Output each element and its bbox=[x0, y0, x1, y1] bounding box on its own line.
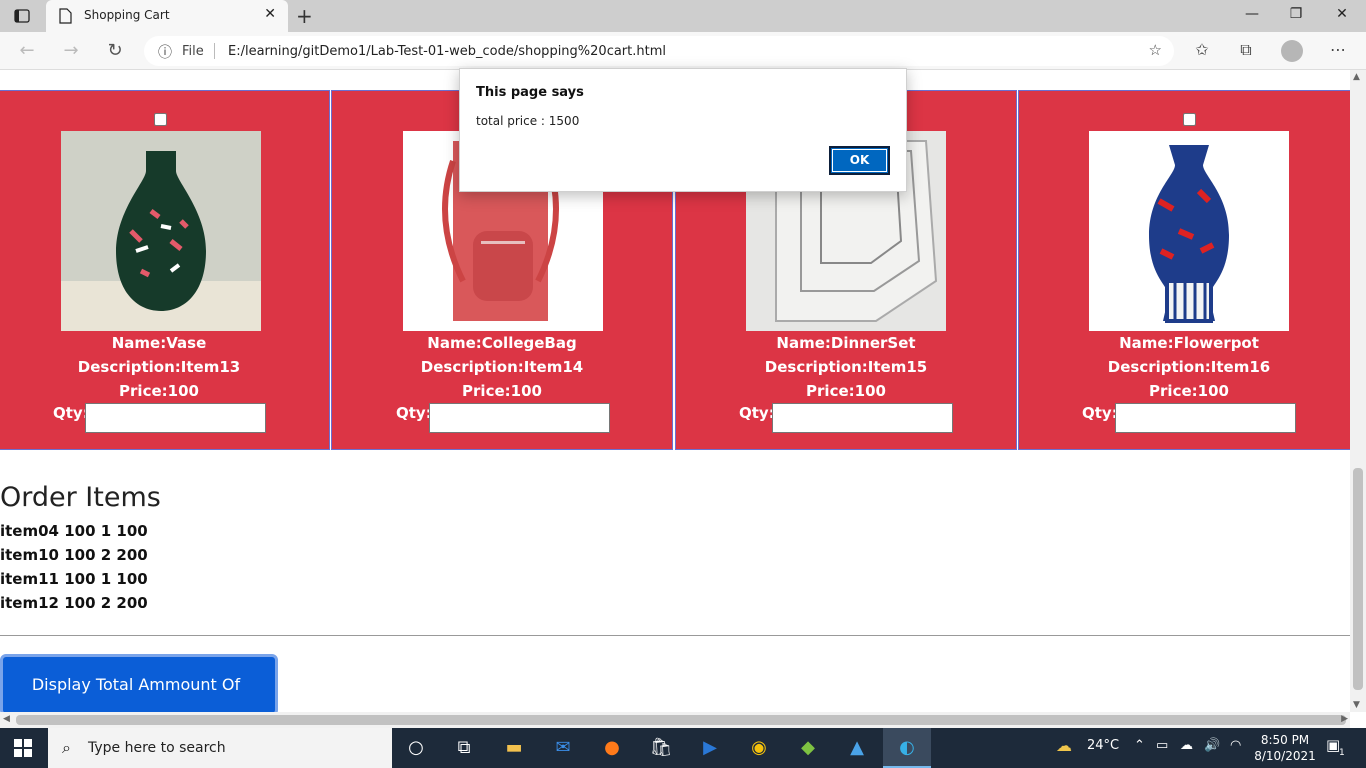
product-name: Name:DinnerSet bbox=[776, 334, 916, 352]
qty-input[interactable] bbox=[1115, 403, 1296, 433]
browser-tab-bar: Shopping Cart ✕ + — ❐ ✕ bbox=[0, 0, 1366, 32]
product-description: Description:Item15 bbox=[764, 358, 928, 376]
wifi-icon[interactable]: ◠ bbox=[1230, 738, 1241, 753]
mail-icon[interactable]: ✉ bbox=[551, 736, 575, 760]
product-price: Price:100 bbox=[806, 382, 886, 400]
order-item: item12 100 2 200 bbox=[0, 594, 148, 612]
order-section: Order Items item04 100 1 100 item10 100 … bbox=[0, 482, 161, 615]
media-player-icon[interactable]: ▶ bbox=[698, 736, 722, 760]
qty-label: Qty: bbox=[739, 404, 775, 422]
dialog-ok-button[interactable]: OK bbox=[829, 146, 890, 175]
tab-title: Shopping Cart bbox=[84, 8, 170, 22]
horizontal-scroll-thumb[interactable] bbox=[16, 715, 1346, 725]
add-favorite-icon[interactable]: ☆ bbox=[1149, 41, 1162, 59]
order-item: item04 100 1 100 bbox=[0, 522, 148, 540]
qty-label: Qty: bbox=[53, 404, 89, 422]
new-tab-icon[interactable]: + bbox=[296, 4, 313, 28]
product-card-vase: Name:Vase Description:Item13 Price:100 Q… bbox=[0, 90, 330, 450]
refresh-icon[interactable]: ↻ bbox=[104, 40, 126, 61]
product-description: Description:Item13 bbox=[77, 358, 241, 376]
product-card-flowerpot: Name:Flowerpot Description:Item16 Price:… bbox=[1018, 90, 1350, 450]
search-placeholder: Type here to search bbox=[88, 740, 226, 756]
address-separator bbox=[214, 43, 215, 59]
back-icon[interactable]: ← bbox=[16, 40, 38, 61]
display-total-button[interactable]: Display Total Ammount Of Shopping bbox=[0, 654, 278, 712]
minimize-icon[interactable]: — bbox=[1240, 6, 1264, 22]
product-description: Description:Item16 bbox=[1107, 358, 1271, 376]
scroll-down-icon[interactable]: ▼ bbox=[1353, 700, 1360, 710]
product-name: Name:Vase bbox=[111, 334, 207, 352]
weather-icon[interactable]: ☁ bbox=[1056, 736, 1072, 755]
address-prefix: File bbox=[182, 44, 204, 59]
battery-icon[interactable]: ▭ bbox=[1156, 738, 1168, 753]
restore-icon[interactable]: ❐ bbox=[1284, 6, 1308, 22]
taskbar-search-box[interactable]: ⌕ Type here to search bbox=[48, 728, 392, 768]
store-icon[interactable]: 🛍 bbox=[649, 736, 673, 760]
alert-dialog: This page says total price : 1500 OK bbox=[459, 68, 907, 192]
tab-close-icon[interactable]: ✕ bbox=[264, 6, 276, 22]
file-explorer-icon[interactable]: ▬ bbox=[502, 736, 526, 760]
show-hidden-icons-icon[interactable]: ⌃ bbox=[1134, 738, 1145, 753]
temperature[interactable]: 24°C bbox=[1087, 738, 1119, 753]
product-price: Price:100 bbox=[1149, 382, 1229, 400]
firefox-icon[interactable]: ● bbox=[600, 736, 624, 760]
horizontal-scrollbar[interactable]: ◀ ▶ bbox=[0, 712, 1350, 728]
qty-input[interactable] bbox=[85, 403, 266, 433]
product-description: Description:Item14 bbox=[420, 358, 584, 376]
chrome-icon[interactable]: ◉ bbox=[747, 736, 771, 760]
edge-icon: ◐ bbox=[899, 737, 915, 758]
page-icon bbox=[59, 8, 72, 24]
profile-avatar[interactable] bbox=[1281, 40, 1303, 62]
windows-taskbar: ⌕ Type here to search ○ ⧉ ▬ ✉ ● 🛍 ▶ ◉ ◆ … bbox=[0, 728, 1366, 768]
product-name: Name:CollegeBag bbox=[427, 334, 577, 352]
collections-icon[interactable]: ⧉ bbox=[1234, 40, 1258, 60]
qty-label: Qty: bbox=[1082, 404, 1118, 422]
more-menu-icon[interactable]: ⋯ bbox=[1326, 40, 1350, 59]
scroll-left-icon[interactable]: ◀ bbox=[3, 714, 10, 724]
qty-input[interactable] bbox=[772, 403, 953, 433]
flowerpot-image bbox=[1089, 131, 1289, 331]
forward-icon[interactable]: → bbox=[60, 40, 82, 61]
search-icon: ⌕ bbox=[62, 738, 71, 757]
favorites-icon[interactable]: ✩ bbox=[1190, 40, 1214, 59]
qty-label: Qty: bbox=[396, 404, 432, 422]
browser-toolbar: ← → ↻ ⓘ File E:/learning/gitDemo1/Lab-Te… bbox=[0, 32, 1366, 70]
order-item: item10 100 2 200 bbox=[0, 546, 148, 564]
cortana-icon[interactable]: ○ bbox=[404, 736, 428, 760]
windows-start-icon[interactable] bbox=[14, 739, 32, 757]
site-info-icon[interactable]: ⓘ bbox=[158, 42, 172, 62]
dialog-message: total price : 1500 bbox=[476, 114, 580, 128]
address-bar[interactable]: ⓘ File E:/learning/gitDemo1/Lab-Test-01-… bbox=[144, 36, 1174, 66]
photos-icon[interactable]: ▲ bbox=[845, 736, 869, 760]
divider bbox=[0, 635, 1350, 636]
taskbar-clock[interactable]: 8:50 PM 8/10/2021 bbox=[1252, 732, 1318, 764]
sourcetree-icon[interactable]: ◆ bbox=[796, 736, 820, 760]
tab-actions-icon[interactable] bbox=[14, 8, 30, 24]
product-checkbox[interactable] bbox=[154, 113, 167, 126]
task-view-icon[interactable]: ⧉ bbox=[452, 736, 476, 760]
edge-taskbar-button[interactable]: ◐ bbox=[883, 728, 931, 768]
scroll-up-icon[interactable]: ▲ bbox=[1353, 72, 1360, 82]
product-name: Name:Flowerpot bbox=[1119, 334, 1259, 352]
order-item: item11 100 1 100 bbox=[0, 570, 148, 588]
window-close-icon[interactable]: ✕ bbox=[1330, 6, 1354, 22]
clock-time: 8:50 PM bbox=[1260, 733, 1310, 747]
product-price: Price:100 bbox=[462, 382, 542, 400]
qty-input[interactable] bbox=[429, 403, 610, 433]
browser-tab[interactable]: Shopping Cart ✕ bbox=[46, 0, 288, 32]
address-url[interactable]: E:/learning/gitDemo1/Lab-Test-01-web_cod… bbox=[228, 44, 666, 59]
scroll-right-icon[interactable]: ▶ bbox=[1341, 714, 1348, 724]
onedrive-icon[interactable]: ☁ bbox=[1180, 738, 1193, 753]
notification-count: 1 bbox=[1339, 748, 1345, 758]
clock-date: 8/10/2021 bbox=[1254, 749, 1316, 763]
volume-icon[interactable]: 🔊 bbox=[1204, 738, 1220, 753]
product-checkbox[interactable] bbox=[1183, 113, 1196, 126]
vertical-scrollbar[interactable]: ▲ ▼ bbox=[1350, 70, 1366, 712]
vase-image bbox=[61, 131, 261, 331]
product-price: Price:100 bbox=[119, 382, 199, 400]
vertical-scroll-thumb[interactable] bbox=[1353, 468, 1363, 690]
dialog-title: This page says bbox=[476, 85, 584, 100]
order-heading: Order Items bbox=[0, 482, 161, 513]
